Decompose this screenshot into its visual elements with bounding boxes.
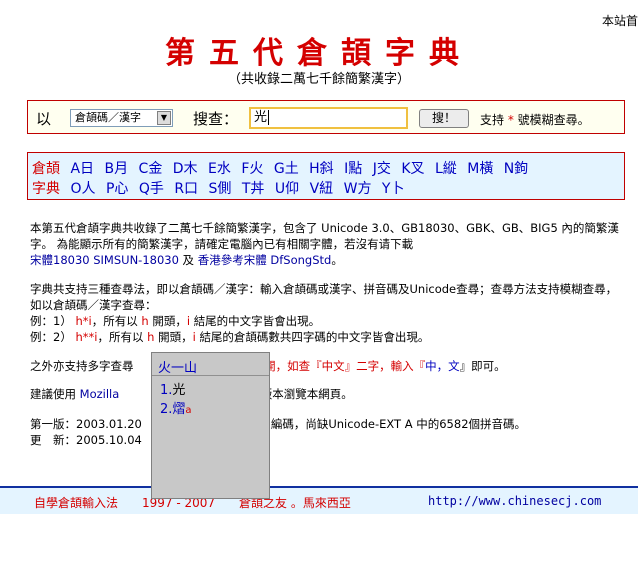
multi-text-1: 之外亦支持多字查尋 — [30, 359, 134, 373]
intro-paragraph: 本第五代倉頡字典共收錄了二萬七千餘簡繁漢字，包含了 Unicode 3.0、GB… — [30, 220, 620, 268]
fuzzy-search-hint: 支持 * 號模糊查尋。 — [480, 111, 590, 128]
example-2-text: ，所有以 — [97, 330, 144, 344]
example-2-h: h — [147, 330, 155, 344]
footer: 自學倉頡輸入法 1997 - 2007 倉頡之友 。馬來西亞 http://ww… — [0, 486, 638, 514]
radical-key[interactable]: Q手 — [139, 181, 164, 197]
font-download-link-dfsong[interactable]: 香港參考宋體 DfSongStd — [198, 253, 332, 267]
font-download-link-simsun[interactable]: 宋體18030 SIMSUN-18030 — [30, 253, 179, 267]
search-label: 搜查： — [193, 110, 239, 128]
radical-key[interactable]: M橫 — [467, 161, 493, 177]
ime-divider — [152, 375, 269, 376]
radical-key[interactable]: T丼 — [242, 181, 265, 197]
page-title: 第五代倉頡字典 — [165, 36, 473, 71]
example-2-i: i — [192, 330, 196, 344]
radical-keyboard: 倉頡 A日 B月 C金 D木 E水 F火 G土 H斜 I點 J交 K叉 L縱 M… — [27, 152, 625, 200]
search-mode-select[interactable]: 倉頡碼／漢字 ▼ — [70, 109, 173, 127]
candidate-char: 熠 — [172, 402, 186, 417]
radical-key[interactable]: Y卜 — [382, 181, 405, 197]
multi-search-paragraph: 之外亦支持多字查尋 號(,)分開，如查『中文』二字，輸入『中，文』即可。 — [30, 358, 620, 374]
radical-key[interactable]: P心 — [106, 181, 128, 197]
radical-row-1-head: 倉頡 — [32, 161, 60, 177]
radical-key[interactable]: W方 — [344, 181, 372, 197]
example-2-text3: 結尾的倉頡碼數共四字碼的中文字皆會出現。 — [199, 330, 430, 344]
radical-row-2-head: 字典 — [32, 181, 60, 197]
example-1-i: i — [186, 314, 191, 328]
radical-key[interactable]: H斜 — [309, 161, 334, 177]
radical-key[interactable]: A日 — [70, 161, 94, 177]
example-1-label: 例：1） — [30, 314, 72, 328]
example-1-text2: 開頭， — [152, 314, 187, 328]
radical-key[interactable]: R口 — [174, 181, 198, 197]
radical-key[interactable]: U仰 — [275, 181, 299, 197]
hint-star: * — [507, 113, 514, 127]
hint-text-1: 支持 — [480, 113, 505, 127]
radical-key[interactable]: F火 — [241, 161, 263, 177]
example-2-label: 例：2） — [30, 330, 72, 344]
radical-key[interactable]: D木 — [173, 161, 198, 177]
radical-key[interactable]: E水 — [208, 161, 231, 177]
ime-composition: 火一山 — [158, 361, 198, 376]
search-methods-paragraph: 字典共支持三種查尋法，即以倉頡碼／漢字：輸入倉頡碼或漢字、拼音碼及Unicode… — [30, 281, 620, 345]
ime-candidate[interactable]: 2.熠a — [160, 398, 192, 417]
radical-key[interactable]: V紐 — [310, 181, 334, 197]
search-input-value: 光 — [254, 110, 268, 125]
example-2-code: h**i — [75, 330, 98, 344]
search-mode-label: 以 — [36, 110, 52, 128]
radical-key[interactable]: C金 — [139, 161, 163, 177]
multi-text-3: 』即可。 — [459, 359, 506, 373]
browser-recommendation: 建議使用 Mozilla 的版本瀏覽本網頁。 — [30, 386, 620, 402]
search-mode-value: 倉頡碼／漢字 — [75, 111, 141, 124]
radical-key[interactable]: G土 — [274, 161, 299, 177]
version-first-detail: 8 編碼，尚缺Unicode-EXT A 中的6582個拼音碼。 — [259, 417, 527, 431]
radical-key[interactable]: N鉤 — [504, 161, 528, 177]
page-subtitle: （共收錄二萬七千餘簡繁漢字） — [227, 72, 410, 87]
example-2-text2: 開頭， — [158, 330, 193, 344]
radical-key[interactable]: J交 — [373, 161, 391, 177]
candidate-hint: a — [185, 405, 192, 416]
radical-key[interactable]: K叉 — [401, 161, 424, 177]
example-1-text: ，所有以 — [91, 314, 138, 328]
home-link[interactable]: 本站首 — [602, 12, 638, 29]
radical-key[interactable]: B月 — [104, 161, 128, 177]
hint-text-2: 號模糊查尋。 — [517, 113, 590, 127]
search-input[interactable]: 光 — [249, 107, 408, 129]
radical-key[interactable]: O人 — [70, 181, 95, 197]
footer-site-link[interactable]: http://www.chinesecj.com — [428, 494, 601, 508]
version-info: 第一版：2003.01.20 8 編碼，尚缺Unicode-EXT A 中的658… — [30, 416, 620, 448]
version-update: 更 新：2005.10.04 — [30, 433, 142, 447]
candidate-number: 1. — [160, 383, 173, 398]
search-button[interactable]: 搜！ — [419, 109, 469, 128]
ime-candidate[interactable]: 1.光 — [160, 379, 185, 398]
intro-end: 。 — [331, 253, 343, 267]
search-bar: 以 倉頡碼／漢字 ▼ 搜查： 光 搜！ 支持 * 號模糊查尋。 — [27, 100, 625, 134]
text-cursor — [268, 110, 270, 125]
candidate-number: 2. — [160, 402, 173, 417]
candidate-char: 光 — [172, 383, 186, 398]
intro-and: 及 — [178, 253, 198, 267]
multi-example-chars: 中，文 — [425, 359, 460, 373]
example-1-text3: 結尾的中文字皆會出現。 — [193, 314, 321, 328]
radical-key[interactable]: L縱 — [435, 161, 457, 177]
example-1-code: h*i — [75, 314, 92, 328]
version-first: 第一版：2003.01.20 — [30, 417, 142, 431]
mozilla-link[interactable]: Mozilla — [80, 387, 120, 401]
methods-text: 字典共支持三種查尋法，即以倉頡碼／漢字：輸入倉頡碼或漢字、拼音碼及Unicode… — [30, 282, 618, 312]
radical-key[interactable]: S側 — [209, 181, 232, 197]
intro-text: 本第五代倉頡字典共收錄了二萬七千餘簡繁漢字，包含了 Unicode 3.0、GB… — [30, 221, 619, 251]
chevron-down-icon[interactable]: ▼ — [157, 111, 171, 125]
browser-text-1: 建議使用 — [30, 387, 76, 401]
radical-key[interactable]: I點 — [344, 161, 362, 177]
radical-row-1: 倉頡 A日 B月 C金 D木 E水 F火 G土 H斜 I點 J交 K叉 L縱 M… — [32, 158, 534, 178]
example-1-h: h — [141, 314, 149, 328]
radical-row-2: 字典 O人 P心 Q手 R口 S側 T丼 U仰 V紐 W方 Y卜 — [32, 178, 410, 198]
ime-candidate-window: 火一山 1.光 2.熠a — [151, 352, 270, 499]
